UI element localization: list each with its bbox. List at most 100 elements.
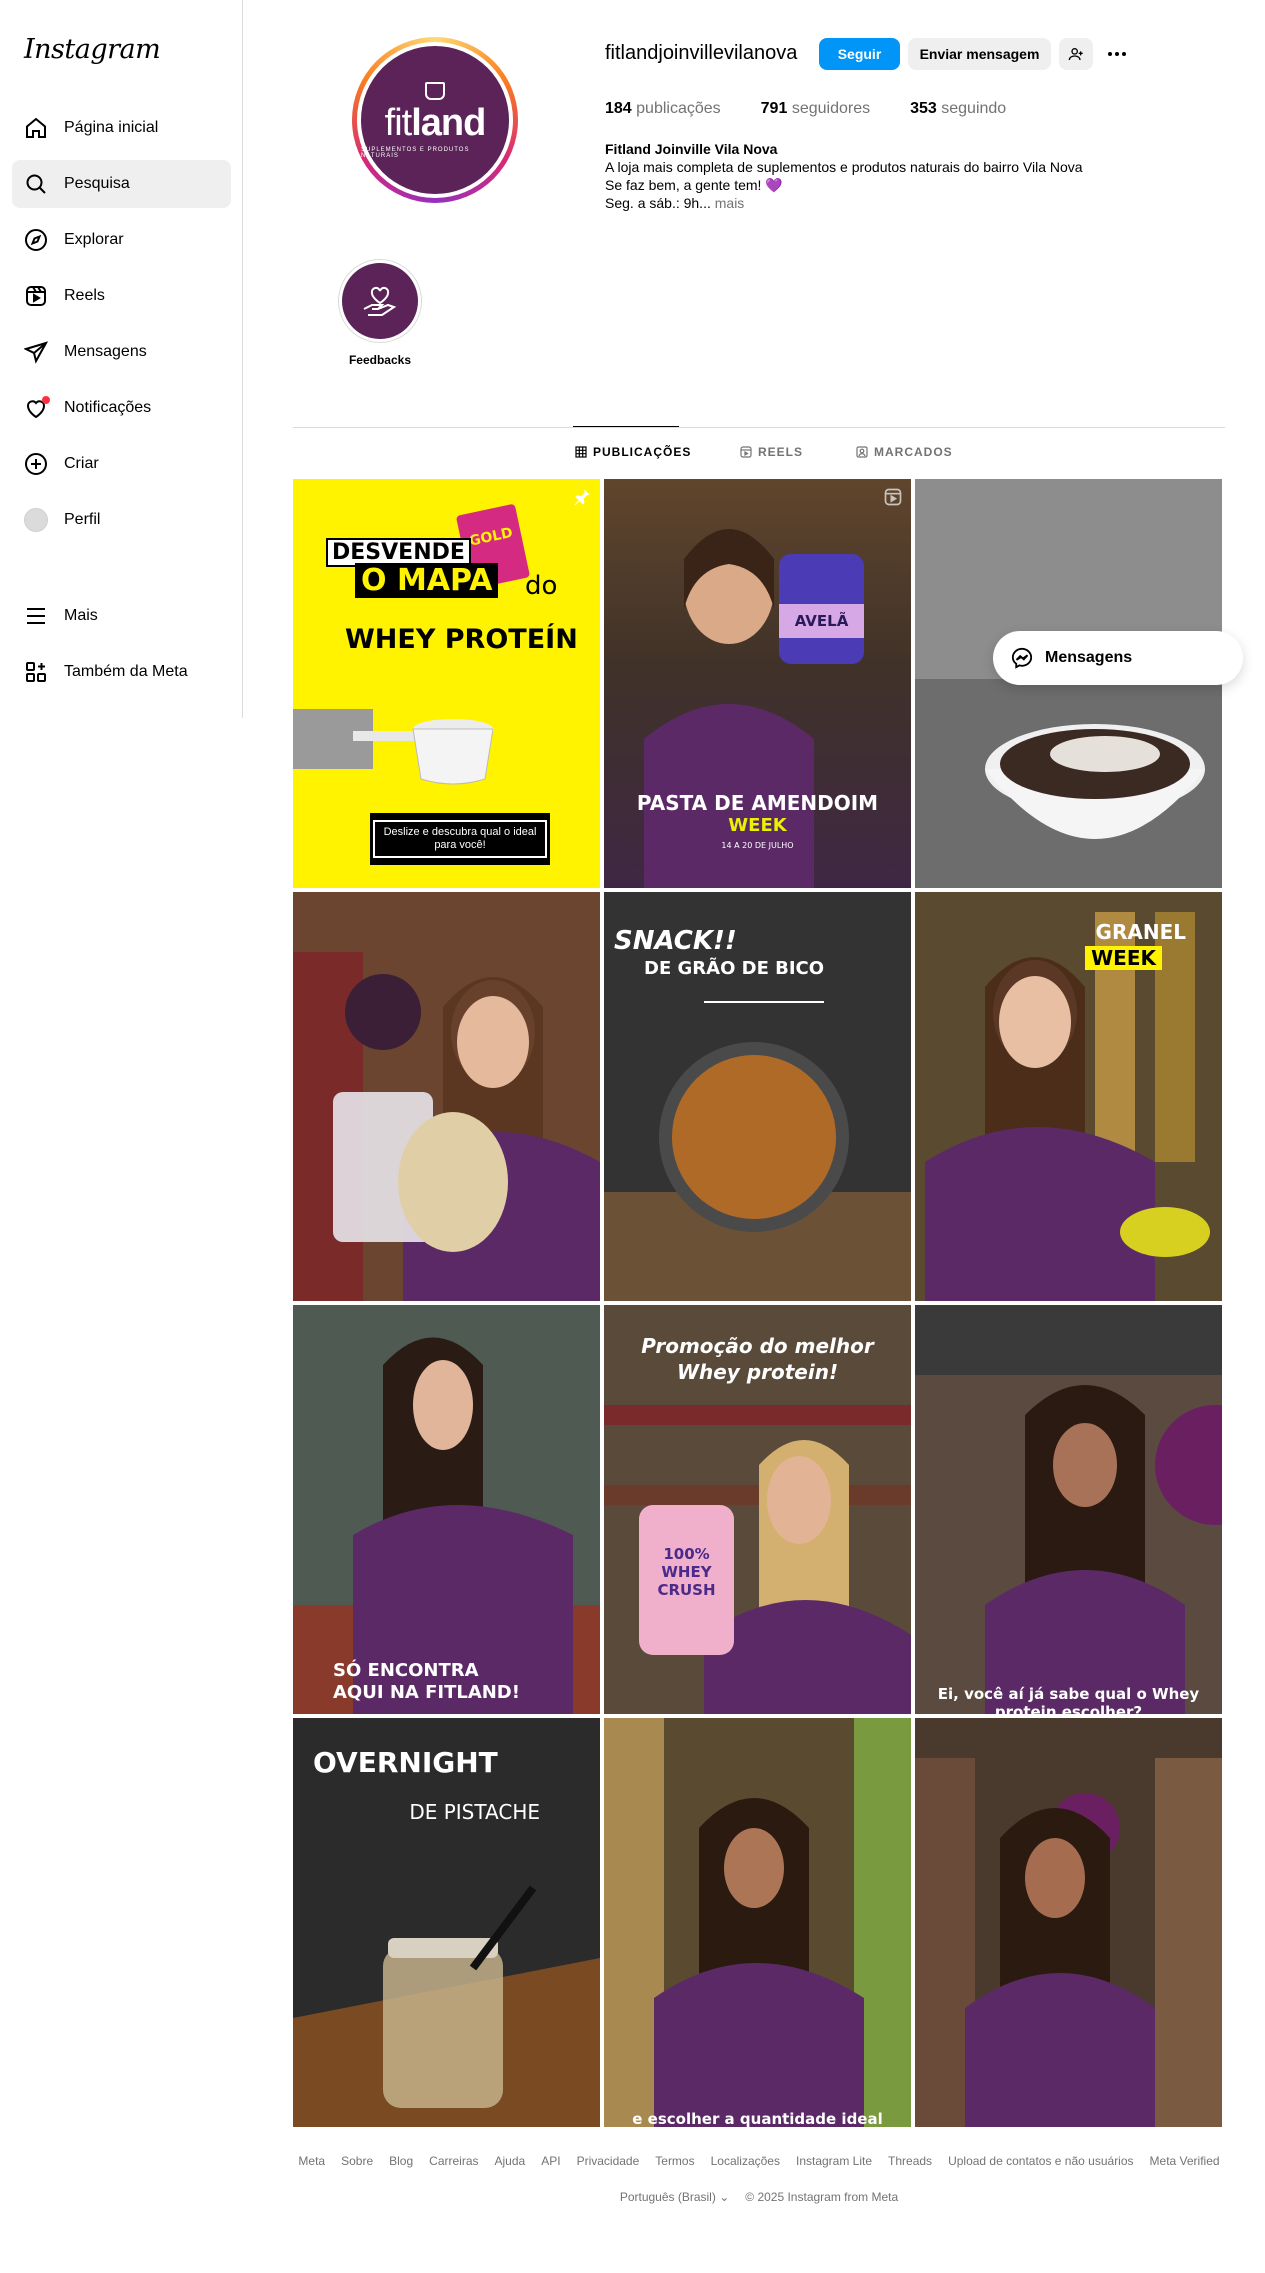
- reels-icon: [740, 446, 752, 458]
- sidebar: Instagram Página inicial Pesquisa Explor…: [0, 0, 243, 718]
- post-tile[interactable]: AVELÃ PASTA DE AMENDOIM WEEK 14 A 20 DE …: [604, 479, 911, 888]
- following-count[interactable]: 353 seguindo: [910, 100, 1006, 118]
- post-tile[interactable]: SÓ ENCONTRA AQUI NA FITLAND!: [293, 1305, 600, 1714]
- footer-links: Meta Sobre Blog Carreiras Ajuda API Priv…: [293, 2154, 1225, 2168]
- grid-icon: [575, 446, 587, 458]
- footer-link[interactable]: Blog: [389, 2154, 413, 2168]
- post-text: e escolher a quantidade ideal: [632, 2110, 883, 2127]
- post-text: Promoção do melhor Whey protein!: [641, 1334, 874, 1384]
- post-photo: [915, 892, 1222, 1301]
- post-text: DE PISTACHE: [409, 1800, 540, 1824]
- grid-icon: [24, 660, 48, 684]
- post-text: 14 A 20 DE JULHO: [721, 841, 794, 850]
- bio-line: Se faz bem, a gente tem! 💜: [605, 177, 783, 193]
- highlight-feedbacks[interactable]: Feedbacks: [338, 259, 422, 367]
- highlight-label: Feedbacks: [348, 353, 412, 367]
- home-icon: [24, 116, 48, 140]
- suggested-users-button[interactable]: [1059, 38, 1093, 70]
- footer-link[interactable]: Ajuda: [495, 2154, 526, 2168]
- post-tile[interactable]: Promoção do melhor Whey protein! 100% WH…: [604, 1305, 911, 1714]
- post-tile[interactable]: OVERNIGHT DE PISTACHE: [293, 1718, 600, 2127]
- post-photo: [293, 892, 600, 1301]
- bio-more-link[interactable]: mais: [715, 195, 745, 211]
- avatar: [24, 508, 48, 532]
- sidebar-item-label: Mensagens: [64, 343, 147, 360]
- sidebar-item-meta[interactable]: Também da Meta: [12, 648, 231, 696]
- followers-count[interactable]: 791 seguidores: [761, 100, 870, 118]
- pin-icon: [574, 489, 590, 506]
- post-text: WHEY PROTEÍN: [345, 624, 578, 655]
- messenger-icon: [1011, 647, 1033, 669]
- footer-link[interactable]: Localizações: [711, 2154, 780, 2168]
- sidebar-item-label: Criar: [64, 455, 99, 472]
- language-selector[interactable]: Português (Brasil) ⌄: [620, 2190, 729, 2204]
- footer-link[interactable]: Privacidade: [577, 2154, 640, 2168]
- instagram-logo[interactable]: Instagram: [24, 34, 161, 65]
- sidebar-item-more[interactable]: Mais: [12, 592, 231, 640]
- footer-link[interactable]: Upload de contatos e não usuários: [948, 2154, 1133, 2168]
- sidebar-item-search[interactable]: Pesquisa: [12, 160, 231, 208]
- sidebar-item-label: Mais: [64, 607, 98, 624]
- post-photo: [604, 1718, 911, 2127]
- post-text: WEEK: [728, 815, 787, 836]
- follow-button[interactable]: Seguir: [819, 38, 900, 70]
- brand-subtitle: SUPLEMENTOS E PRODUTOS NATURAIS: [361, 146, 470, 159]
- tab-posts[interactable]: PUBLICAÇÕES: [575, 445, 691, 459]
- sidebar-item-label: Explorar: [64, 231, 124, 248]
- footer-link[interactable]: Meta Verified: [1150, 2154, 1220, 2168]
- footer-link[interactable]: Sobre: [341, 2154, 373, 2168]
- post-photo: [293, 1305, 600, 1714]
- send-message-button[interactable]: Enviar mensagem: [908, 38, 1051, 70]
- paper-plane-icon: [24, 340, 48, 364]
- bio-line: A loja mais completa de suplementos e pr…: [605, 159, 1083, 175]
- cta-box: Deslize e descubra qual o ideal para voc…: [370, 813, 550, 865]
- post-tile[interactable]: [293, 892, 600, 1301]
- sidebar-item-reels[interactable]: Reels: [12, 272, 231, 320]
- post-tile[interactable]: [915, 1718, 1222, 2127]
- tab-active-indicator: [573, 426, 679, 427]
- post-tile[interactable]: e escolher a quantidade ideal: [604, 1718, 911, 2127]
- sidebar-item-explore[interactable]: Explorar: [12, 216, 231, 264]
- compass-icon: [24, 228, 48, 252]
- post-tile[interactable]: GRANEL WEEK: [915, 892, 1222, 1301]
- tab-tagged[interactable]: MARCADOS: [856, 445, 953, 459]
- sidebar-item-create[interactable]: Criar: [12, 440, 231, 488]
- bio-line: Seg. a sáb.: 9h...: [605, 195, 711, 211]
- post-text: DE GRÃO DE BICO: [644, 958, 825, 979]
- add-user-icon: [1068, 48, 1083, 61]
- scoop-image: [293, 709, 493, 785]
- footer-link[interactable]: Carreiras: [429, 2154, 478, 2168]
- post-text: WEEK: [1085, 946, 1162, 970]
- footer-link[interactable]: Instagram Lite: [796, 2154, 872, 2168]
- post-text: SNACK!!: [614, 926, 737, 956]
- options-button[interactable]: [1101, 38, 1133, 70]
- post-tile[interactable]: GOLD DESVENDE O MAPA do WHEY PROTEÍN Des…: [293, 479, 600, 888]
- profile-avatar-ring[interactable]: fitland SUPLEMENTOS E PRODUTOS NATURAIS: [352, 37, 518, 203]
- post-tub-label: AVELÃ: [794, 612, 849, 630]
- post-text: PASTA DE AMENDOIM: [636, 791, 879, 815]
- sidebar-item-label: Reels: [64, 287, 105, 304]
- reels-icon: [24, 284, 48, 308]
- messages-float-button[interactable]: Mensagens: [993, 631, 1243, 685]
- sidebar-item-home[interactable]: Página inicial: [12, 104, 231, 152]
- sidebar-item-label: Também da Meta: [64, 663, 188, 680]
- footer-link[interactable]: Meta: [298, 2154, 325, 2168]
- plus-square-icon: [24, 452, 48, 476]
- post-text: O MAPA: [355, 563, 499, 598]
- posts-count: 184 publicações: [605, 100, 721, 117]
- post-tile[interactable]: SNACK!! DE GRÃO DE BICO: [604, 892, 911, 1301]
- sidebar-item-messages[interactable]: Mensagens: [12, 328, 231, 376]
- footer-link[interactable]: Termos: [655, 2154, 694, 2168]
- post-tile[interactable]: Ei, você aí já sabe qual o Whey protein …: [915, 1305, 1222, 1714]
- sidebar-item-profile[interactable]: Perfil: [12, 496, 231, 544]
- tab-reels[interactable]: REELS: [740, 445, 803, 459]
- heart-icon: [24, 396, 50, 420]
- sidebar-item-label: Notificações: [64, 399, 152, 416]
- posts-grid: GOLD DESVENDE O MAPA do WHEY PROTEÍN Des…: [293, 479, 1222, 2127]
- sidebar-item-notifications[interactable]: Notificações: [12, 384, 231, 432]
- footer-link[interactable]: Threads: [888, 2154, 932, 2168]
- profile-avatar: fitland SUPLEMENTOS E PRODUTOS NATURAIS: [361, 46, 509, 194]
- footer-link[interactable]: API: [541, 2154, 560, 2168]
- notification-dot: [42, 396, 50, 404]
- sidebar-item-label: Página inicial: [64, 119, 159, 136]
